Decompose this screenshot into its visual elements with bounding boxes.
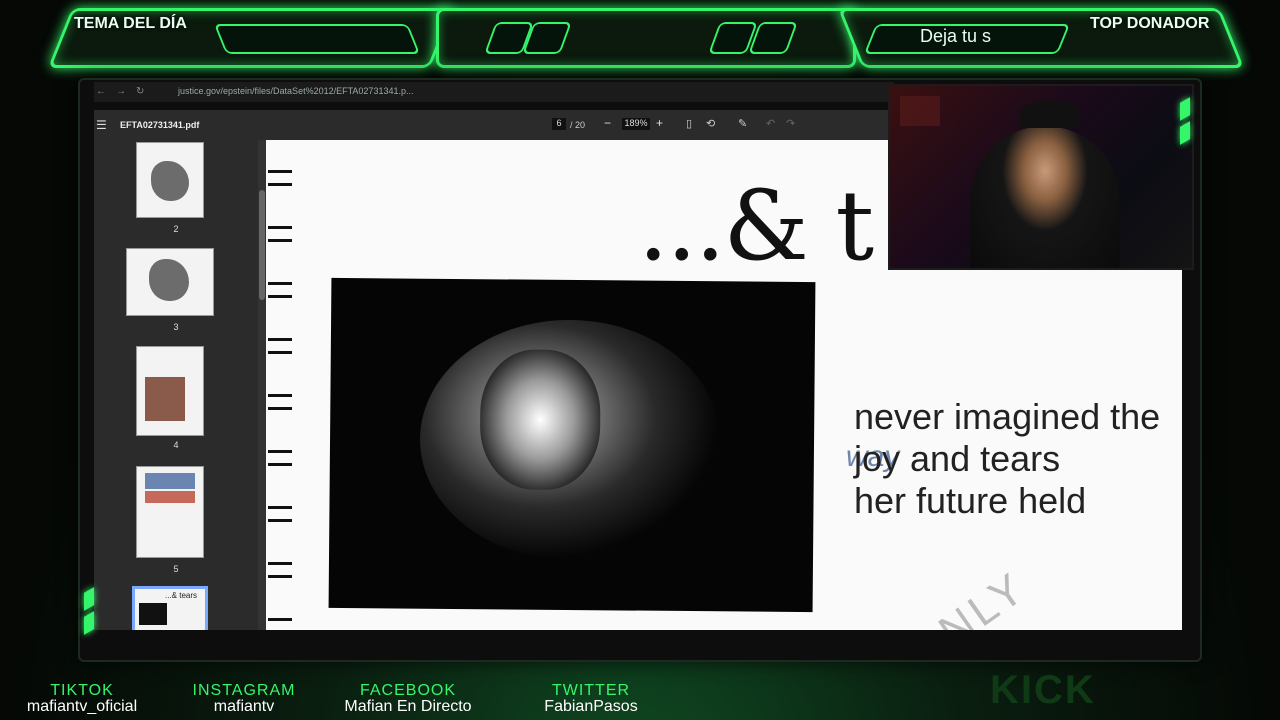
streamer-hat [1020,100,1080,128]
thumbnail-number: 2 [173,224,179,234]
donor-slot-text: Deja tu s [920,26,992,46]
page-heading: ...& t [638,170,874,282]
binder-ring [268,170,292,186]
topic-title: TEMA DEL DÍA [74,15,187,32]
thumbnail-caption: ...& tears [165,591,198,600]
ultrasound-image [328,277,816,613]
binder-ring [268,282,292,298]
stream-overlay-topbar: TEMA DEL DÍA TOP DONADOR Deja tu s [0,0,1280,75]
undo-icon[interactable]: ↶ [766,117,775,130]
social-handle: Mafian En Directo [344,698,472,715]
fit-page-icon[interactable]: ▯ [686,117,692,130]
binder-ring [268,338,292,354]
url-text[interactable]: justice.gov/epstein/files/DataSet%2012/E… [178,86,413,96]
thumbnail-number: 4 [173,440,179,450]
thumbnail-number: 3 [173,322,179,332]
social-twitter: TWITTER FabianPasos [526,682,656,716]
rotate-icon[interactable]: ⟲ [706,117,715,130]
thumbnail-sidebar: 2 3 4 5 ...& tears [94,140,258,630]
nav-icons[interactable]: ←→↻ [96,86,154,97]
page-total: / 20 [570,120,586,130]
doc-line-2: joy and tears [854,438,1061,479]
thumbnail-number: 5 [173,564,179,574]
thumbnail-image[interactable] [136,466,204,558]
social-tiktok: TIKTOK mafiantv_oficial [12,682,152,716]
pdf-file-name: EFTA02731341.pdf [120,120,200,130]
sidebar-scroll-thumb[interactable] [259,190,265,300]
top-donor-title: TOP DONADOR [1090,15,1210,32]
background-lights [900,96,940,126]
social-handle: FabianPasos [544,698,638,715]
thumbnail-image[interactable] [126,248,214,316]
binder-ring [268,394,292,410]
doc-line-1: never imagined the [854,396,1161,437]
social-instagram: INSTAGRAM mafiantv [184,682,304,716]
zoom-in-button[interactable]: + [656,116,663,130]
ultrasound-detail [479,349,601,491]
annotate-icon[interactable]: ✎ [738,117,747,130]
social-handle: mafiantv_oficial [26,698,138,715]
page-number-input[interactable]: 6 [552,118,566,130]
binder-ring [268,562,292,578]
social-handle: mafiantv [213,698,275,715]
doc-line-3: her future held [854,480,1087,521]
webcam-feed [888,84,1194,270]
binder-ring [268,226,292,242]
kick-logo: KICK [990,668,1096,712]
binder-ring [268,618,292,630]
watermark-text: NLY [930,562,1036,630]
zoom-input[interactable]: 189% [622,118,650,130]
zoom-out-button[interactable]: − [604,116,611,130]
thumbnail-image[interactable] [136,142,204,218]
menu-icon[interactable]: ☰ [96,118,107,132]
thumbnail-image[interactable] [136,346,204,436]
redo-icon[interactable]: ↷ [786,117,795,130]
streamer [970,126,1120,268]
social-facebook: FACEBOOK Mafian En Directo [322,682,494,716]
binder-ring [268,506,292,522]
thumbnail-image[interactable]: ...& tears [132,586,208,630]
topic-slot [213,24,421,54]
binder-ring [268,450,292,466]
